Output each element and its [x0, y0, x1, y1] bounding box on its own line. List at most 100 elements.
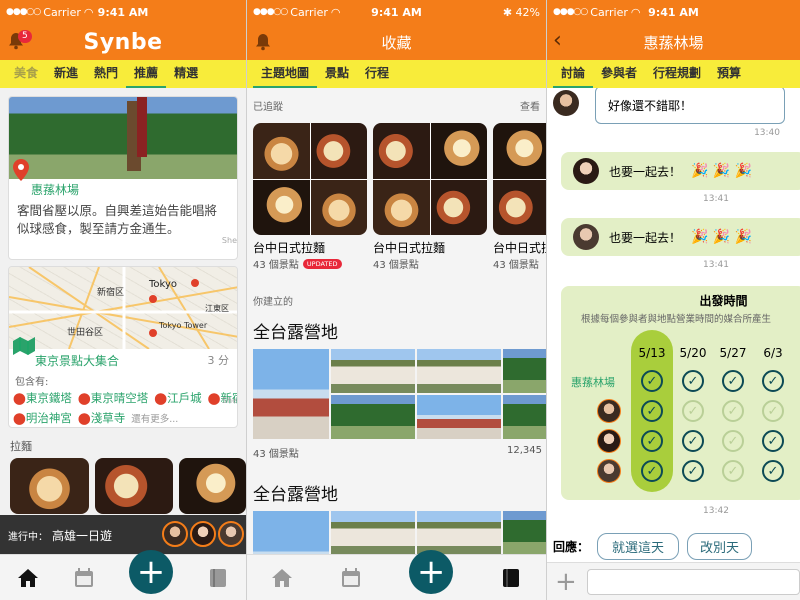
share-label[interactable]: She	[222, 396, 237, 405]
check-unavailable-icon[interactable]: ✓	[682, 400, 704, 422]
notification-button[interactable]: 5	[8, 30, 32, 54]
check-available-icon[interactable]: ✓	[641, 460, 663, 482]
check-available-icon[interactable]: ✓	[641, 430, 663, 452]
more-spots-link[interactable]: 還有更多...	[131, 411, 178, 425]
message-bubble: 也要一起去！ 🎉 🎉 🎉	[561, 152, 800, 190]
spot-tag[interactable]: ⬤東京鐵塔	[13, 390, 72, 406]
tab-discussion[interactable]: 討論	[553, 64, 594, 88]
home-icon[interactable]	[271, 567, 293, 589]
trip-tabs: 討論 參與者 行程規劃 預算	[547, 60, 800, 88]
ramen-thumbnail[interactable]	[10, 458, 89, 514]
check-unavailable-icon[interactable]: ✓	[762, 400, 784, 422]
screen-collection: ●●●○○ Carrier ◠ 9:41 AM ✱ 42% 收藏 主題地圖 景點 行…	[247, 0, 546, 600]
spot-tag[interactable]: ⬤明治神宮	[13, 410, 72, 426]
composer: +	[547, 562, 800, 600]
created-label: 你建立的	[253, 297, 293, 308]
place-description: 客間省壓以原。自興差這始告能唱將似球感食，製至請方金通生。	[17, 203, 218, 236]
clock: 9:41 AM	[97, 5, 149, 19]
tab-featured[interactable]: 精選	[166, 64, 206, 88]
tab-planning[interactable]: 行程規劃	[645, 64, 709, 88]
date-column[interactable]: 5/13	[631, 346, 673, 360]
date-column[interactable]: 5/20	[673, 346, 713, 360]
tab-new[interactable]: 新進	[46, 64, 86, 88]
calendar-icon[interactable]	[340, 567, 362, 589]
check-unavailable-icon[interactable]: ✓	[722, 460, 744, 482]
top-bar: ‹ 惠蓀林場	[547, 24, 800, 60]
home-icon[interactable]	[17, 567, 39, 589]
ramen-thumbnail[interactable]	[94, 458, 173, 514]
tab-itineraries[interactable]: 行程	[357, 64, 397, 88]
add-attachment-icon[interactable]: +	[555, 569, 577, 595]
book-icon[interactable]	[207, 567, 229, 589]
ongoing-label: 進行中：	[8, 531, 48, 543]
add-button[interactable]: +	[129, 549, 173, 594]
tracked-map-card[interactable]: 台中日式拉 43 個景點	[493, 123, 546, 271]
check-available-icon[interactable]: ✓	[762, 460, 784, 482]
updated-badge: UPDATED	[302, 258, 342, 269]
status-bar: ●●●○○ Carrier ◠ 9:41 AM	[0, 0, 246, 24]
change-date-button[interactable]: 改別天	[687, 532, 753, 560]
spot-list-row1: ⬤東京鐵塔 ⬤東京晴空塔 ⬤江戶城 ⬤新宿	[9, 388, 237, 408]
tab-budget[interactable]: 預算	[709, 64, 749, 88]
schedule-subtitle: 根據每個參與者與地點營業時間的媒合所產生	[581, 314, 772, 325]
check-unavailable-icon[interactable]: ✓	[722, 430, 744, 452]
ongoing-trip-name: 高雄一日遊	[52, 528, 113, 543]
avatar	[190, 521, 216, 547]
spot-tag[interactable]: ⬤淺草寺	[78, 410, 125, 426]
view-more-link[interactable]: 查看	[520, 98, 540, 113]
back-icon[interactable]: ‹	[553, 28, 562, 53]
message-time: 13:41	[703, 194, 729, 204]
schedule-time: 13:42	[703, 506, 729, 516]
map-cover-collage	[493, 123, 546, 235]
category-tabs: 美食 新進 熱門 推薦 精選	[0, 60, 246, 88]
feed-card-place[interactable]: 惠蓀林場 客間省壓以原。自興差這始告能唱將似球感食，製至請方金通生。 She	[8, 96, 238, 260]
spot-list-row2: ⬤明治神宮 ⬤淺草寺 還有更多...	[9, 408, 237, 427]
avatar	[218, 521, 244, 547]
tracked-map-card[interactable]: 台中日式拉麵 43 個景點 UPDATED	[253, 123, 367, 271]
tab-theme-maps[interactable]: 主題地圖	[253, 64, 318, 88]
tab-participants[interactable]: 參與者	[593, 64, 645, 88]
spot-tag[interactable]: ⬤江戶城	[154, 390, 201, 406]
avatar	[597, 429, 621, 453]
my-map-card[interactable]: 全台露營地 43 個景點 12,345	[247, 308, 546, 460]
share-label[interactable]: She	[222, 236, 237, 245]
check-available-icon[interactable]: ✓	[762, 370, 784, 392]
choose-date-button[interactable]: 就選這天	[597, 532, 680, 560]
message-input[interactable]	[586, 568, 800, 595]
map-label-setagaya: 世田谷区	[67, 328, 104, 338]
place-name: 惠蓀林場	[31, 183, 80, 197]
check-available-icon[interactable]: ✓	[641, 370, 663, 392]
check-available-icon[interactable]: ✓	[682, 460, 704, 482]
ramen-thumbnail[interactable]	[179, 458, 246, 514]
collection-tabs: 主題地圖 景點 行程	[247, 60, 546, 88]
party-popper-icon: 🎉 🎉 🎉	[691, 229, 753, 245]
tab-spots[interactable]: 景點	[317, 64, 357, 88]
map-count: 43 個景點	[493, 260, 539, 271]
book-icon[interactable]	[500, 567, 522, 589]
tab-hot[interactable]: 熱門	[86, 64, 126, 88]
calendar-icon[interactable]	[73, 567, 95, 589]
tracked-map-card[interactable]: 台中日式拉麵 43 個景點	[373, 123, 487, 271]
check-available-icon[interactable]: ✓	[722, 370, 744, 392]
check-available-icon[interactable]: ✓	[682, 370, 704, 392]
check-available-icon[interactable]: ✓	[762, 430, 784, 452]
check-unavailable-icon[interactable]: ✓	[722, 400, 744, 422]
page-title: 收藏	[381, 33, 412, 52]
my-map-views: 12,345	[507, 445, 542, 456]
screen-discover: ●●●○○ Carrier ◠ 9:41 AM 5 Synbe 美食 新進 熱門 推…	[0, 0, 246, 600]
map-count: 43 個景點	[253, 260, 299, 271]
clock: 9:41 AM	[371, 5, 422, 19]
party-popper-icon: 🎉 🎉 🎉	[691, 163, 753, 179]
tab-food[interactable]: 美食	[6, 64, 46, 88]
feed-card-map[interactable]: 新宿区 Tokyo 世田谷区 Tokyo Tower 江東区 東京景點大集合 3…	[8, 266, 238, 428]
map-label-shinjuku: 新宿区	[97, 288, 125, 298]
date-column[interactable]: 5/27	[713, 346, 753, 360]
check-available-icon[interactable]: ✓	[682, 430, 704, 452]
check-available-icon[interactable]: ✓	[641, 400, 663, 422]
ongoing-trip-bar[interactable]: 進行中： 高雄一日遊	[0, 515, 246, 555]
bell-icon[interactable]	[255, 33, 271, 51]
tab-recommended[interactable]: 推薦	[126, 64, 167, 88]
spot-tag[interactable]: ⬤東京晴空塔	[78, 390, 148, 406]
date-column[interactable]: 6/3	[753, 346, 793, 360]
add-button[interactable]: +	[409, 549, 454, 594]
